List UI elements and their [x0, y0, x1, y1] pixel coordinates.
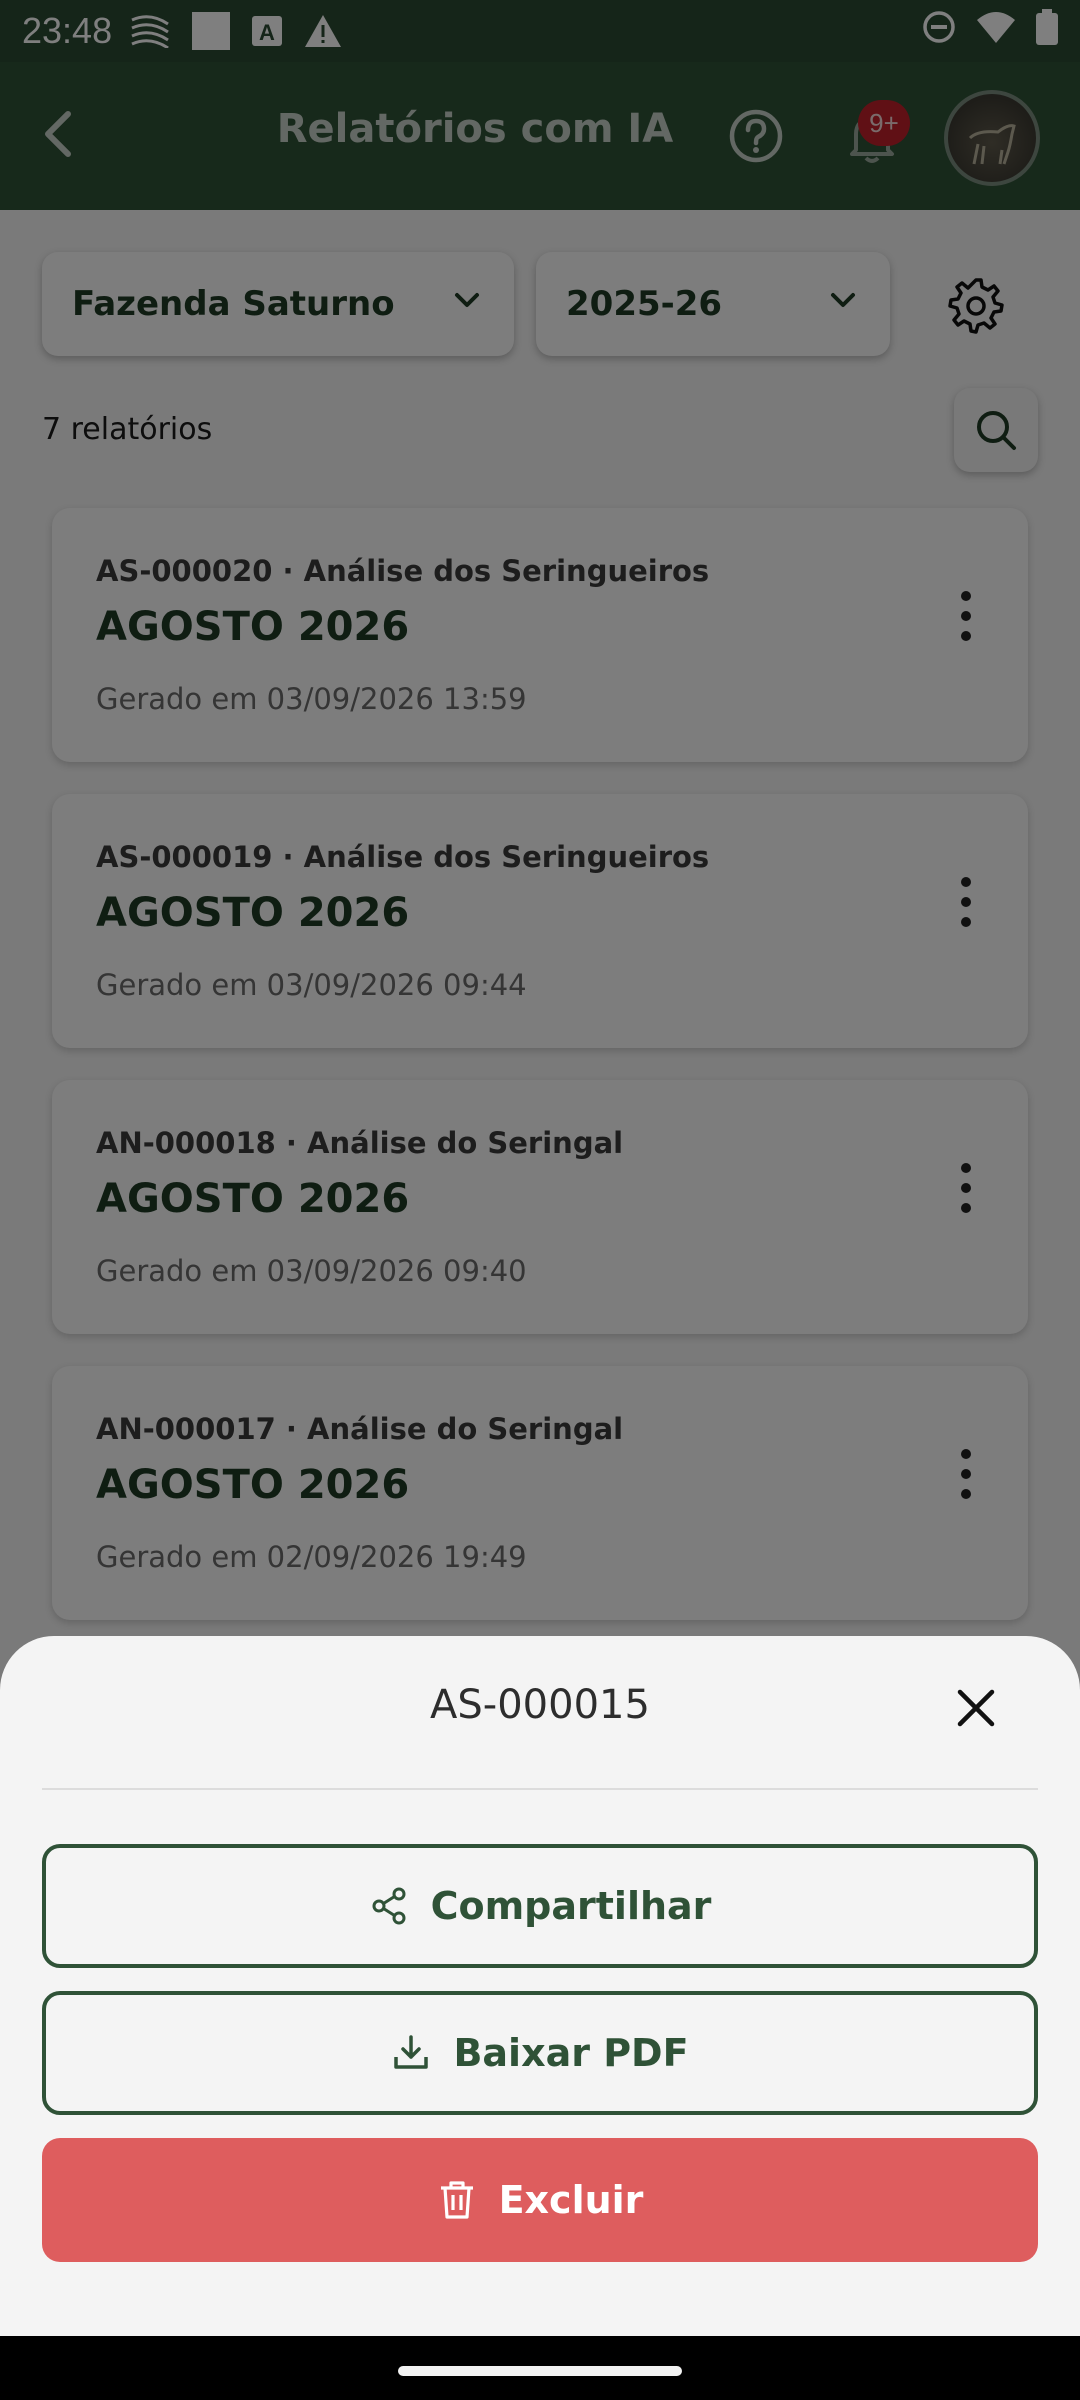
sheet-title: AS-000015	[430, 1682, 650, 1728]
download-pdf-button[interactable]: Baixar PDF	[42, 1991, 1038, 2115]
divider	[42, 1788, 1038, 1790]
delete-button-label: Excluir	[498, 2178, 644, 2222]
download-icon	[394, 2035, 429, 2069]
share-icon	[372, 1887, 406, 1925]
share-button-label: Compartilhar	[430, 1884, 712, 1928]
download-pdf-button-label: Baixar PDF	[453, 2031, 689, 2075]
home-gesture-handle[interactable]	[398, 2366, 682, 2376]
share-button[interactable]: Compartilhar	[42, 1844, 1038, 1968]
report-actions-sheet: AS-000015 Compartilhar Baixar PDF Exclui…	[0, 1636, 1080, 2336]
delete-button[interactable]: Excluir	[42, 2138, 1038, 2262]
trash-icon	[440, 2181, 473, 2219]
close-icon[interactable]	[950, 1682, 1002, 1734]
